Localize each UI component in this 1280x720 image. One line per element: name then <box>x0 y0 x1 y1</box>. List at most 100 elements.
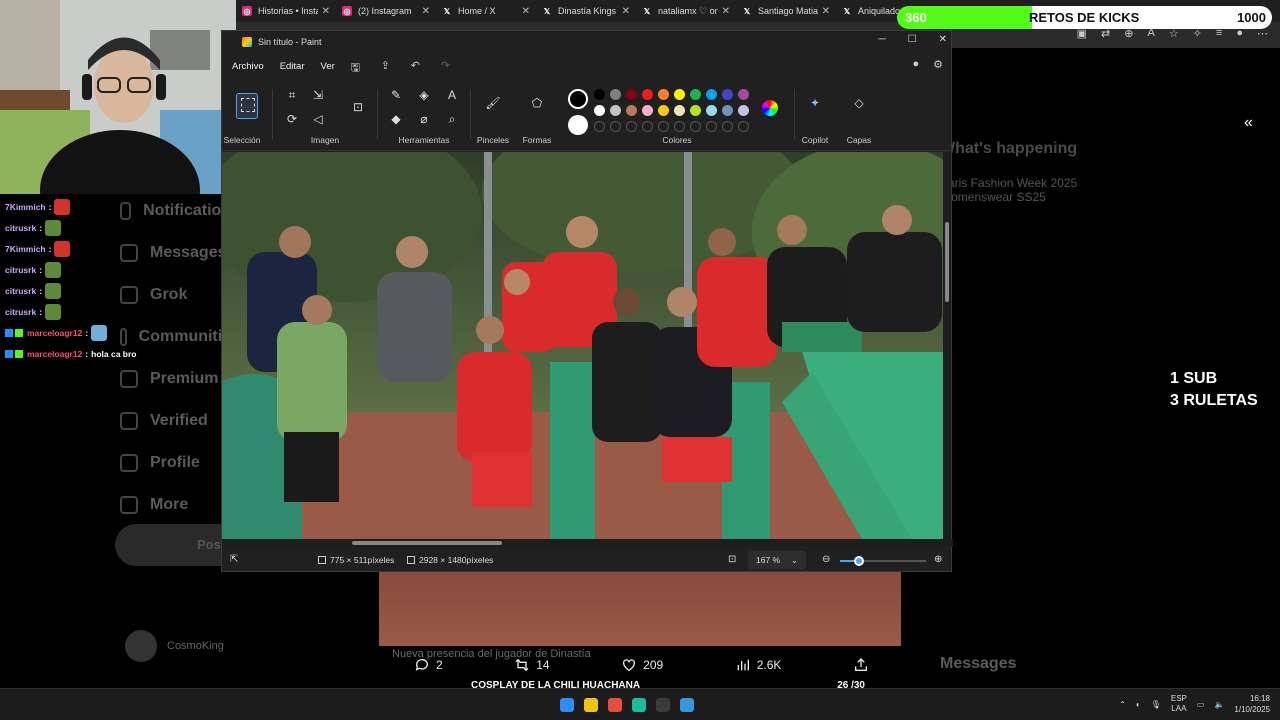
flip-icon[interactable]: ◁ <box>310 111 326 127</box>
crop-icon[interactable]: ⌗ <box>284 87 300 103</box>
pencil-icon[interactable]: ✎ <box>388 87 404 103</box>
color-swatch[interactable] <box>706 105 717 116</box>
close-tab-icon[interactable]: ✕ <box>622 6 630 17</box>
color-swatch[interactable] <box>642 89 653 100</box>
text-icon[interactable]: A <box>444 87 460 103</box>
app-icon[interactable] <box>656 698 670 712</box>
browser-icon[interactable] <box>608 698 622 712</box>
image-select-icon[interactable]: ⊡ <box>350 99 366 115</box>
empty-color-slot[interactable] <box>610 121 621 132</box>
close-tab-icon[interactable]: ✕ <box>522 6 530 17</box>
scroll-thumb[interactable] <box>352 541 502 545</box>
empty-color-slot[interactable] <box>674 121 685 132</box>
paint-taskbar-icon[interactable] <box>680 698 694 712</box>
secondary-color[interactable] <box>568 115 588 135</box>
edit-colors-icon[interactable] <box>762 100 778 116</box>
zoom-slider[interactable] <box>840 556 926 566</box>
close-tab-icon[interactable]: ✕ <box>722 6 730 17</box>
browser-tab[interactable]: 𝕏Dinastía Kings 👑 /✕ <box>536 0 636 22</box>
close-tab-icon[interactable]: ✕ <box>322 6 330 17</box>
brush-icon[interactable]: 🖌 <box>485 95 501 111</box>
layers-icon[interactable]: ◇ <box>851 95 867 111</box>
close-tab-icon[interactable]: ✕ <box>422 6 430 17</box>
settings-gear-icon[interactable]: ⚙ <box>933 58 943 71</box>
browser-tab[interactable]: 𝕏 Home / X ✕ <box>436 0 536 22</box>
chevron-up-icon[interactable]: ⌃ <box>1119 700 1126 709</box>
color-swatch[interactable] <box>594 105 605 116</box>
primary-color[interactable] <box>568 89 588 109</box>
minimize-icon[interactable]: ─ <box>879 34 886 45</box>
rotate-icon[interactable]: ⟳ <box>284 111 300 127</box>
reply-button[interactable]: 2 <box>414 657 443 673</box>
copilot-icon[interactable]: ✦ <box>807 95 823 111</box>
network-icon[interactable]: ◐ <box>1136 700 1141 709</box>
menu-archivo[interactable]: Archivo <box>232 61 264 72</box>
edge-icon[interactable] <box>632 698 646 712</box>
redo-icon[interactable]: ↷ <box>441 59 455 73</box>
trend-item[interactable]: Womenswear SS25 <box>940 190 1240 204</box>
menu-editar[interactable]: Editar <box>280 61 305 72</box>
files-icon[interactable] <box>584 698 598 712</box>
messages-drawer[interactable]: Messages <box>930 648 1250 682</box>
clock[interactable]: 16:18 1/10/2025 <box>1234 693 1270 715</box>
share-button[interactable] <box>853 657 869 673</box>
eraser-icon[interactable]: ◆ <box>388 111 404 127</box>
browser-tab[interactable]: ◎Historias • Instagr✕ <box>236 0 336 22</box>
color-swatch[interactable] <box>722 89 733 100</box>
color-swatch[interactable] <box>594 89 605 100</box>
close-icon[interactable]: ✕ <box>939 34 947 45</box>
horizontal-scrollbar[interactable] <box>222 539 953 547</box>
color-swatch[interactable] <box>626 105 637 116</box>
undo-icon[interactable]: ↶ <box>411 59 425 73</box>
color-swatch[interactable] <box>674 89 685 100</box>
color-swatch[interactable] <box>722 105 733 116</box>
account-switcher[interactable]: CosmoKing <box>125 630 224 662</box>
browser-tab[interactable]: 𝕏 Santiago Matias ✕ <box>736 0 836 22</box>
empty-color-slot[interactable] <box>706 121 717 132</box>
color-swatch[interactable] <box>674 105 685 116</box>
color-swatch[interactable] <box>658 89 669 100</box>
fill-bucket-icon[interactable]: ◈ <box>416 87 432 103</box>
save-icon[interactable]: 🖫 <box>351 59 365 74</box>
volume-icon[interactable]: 🔈 <box>1214 700 1224 709</box>
color-swatch[interactable] <box>658 105 669 116</box>
shapes-icon[interactable]: ⬠ <box>529 95 545 111</box>
empty-color-slot[interactable] <box>738 121 749 132</box>
browser-tab[interactable]: ◎ (2) Instagram ✕ <box>336 0 436 22</box>
share-icon[interactable]: ⇪ <box>381 59 395 73</box>
microphone-icon[interactable]: 🎙 <box>1151 700 1161 709</box>
scroll-thumb[interactable] <box>945 222 949 302</box>
trend-item[interactable]: Paris Fashion Week 2025 <box>940 176 1240 190</box>
empty-color-slot[interactable] <box>658 121 669 132</box>
empty-color-slot[interactable] <box>642 121 653 132</box>
browser-tab[interactable]: 𝕏Aniquiladores <box>836 0 906 22</box>
zoom-level-select[interactable]: 167 % ⌄ <box>748 551 806 569</box>
color-swatch[interactable] <box>738 89 749 100</box>
color-swatch[interactable] <box>610 89 621 100</box>
color-swatch[interactable] <box>610 105 621 116</box>
color-swatch[interactable] <box>642 105 653 116</box>
selection-tool-icon[interactable] <box>236 93 258 119</box>
empty-color-slot[interactable] <box>690 121 701 132</box>
color-swatch[interactable] <box>690 105 701 116</box>
color-swatch[interactable] <box>706 89 717 100</box>
browser-tab[interactable]: 𝕏nataliamx ♡ on X✕ <box>636 0 736 22</box>
resize-icon[interactable]: ⇲ <box>310 87 326 103</box>
tweet-image-bottom[interactable] <box>379 572 901 646</box>
empty-color-slot[interactable] <box>594 121 605 132</box>
color-picker-icon[interactable]: ⌀ <box>416 111 432 127</box>
close-tab-icon[interactable]: ✕ <box>822 6 830 17</box>
vertical-scrollbar[interactable] <box>943 152 951 539</box>
empty-color-slot[interactable] <box>722 121 733 132</box>
display-icon[interactable]: ▭ <box>1197 700 1205 709</box>
language-indicator[interactable]: ESP LAA <box>1171 694 1187 714</box>
fit-to-window-icon[interactable]: ⊡ <box>728 554 736 565</box>
account-icon[interactable]: ● <box>912 58 919 71</box>
menu-ver[interactable]: Ver <box>321 61 335 72</box>
paint-canvas[interactable]: ⌫ ▦ <box>222 152 945 539</box>
magnifier-icon[interactable]: ⌕ <box>444 111 460 127</box>
maximize-icon[interactable]: ☐ <box>908 34 917 45</box>
color-swatch[interactable] <box>626 89 637 100</box>
empty-color-slot[interactable] <box>626 121 637 132</box>
collapse-panel-icon[interactable]: « <box>1244 114 1253 132</box>
